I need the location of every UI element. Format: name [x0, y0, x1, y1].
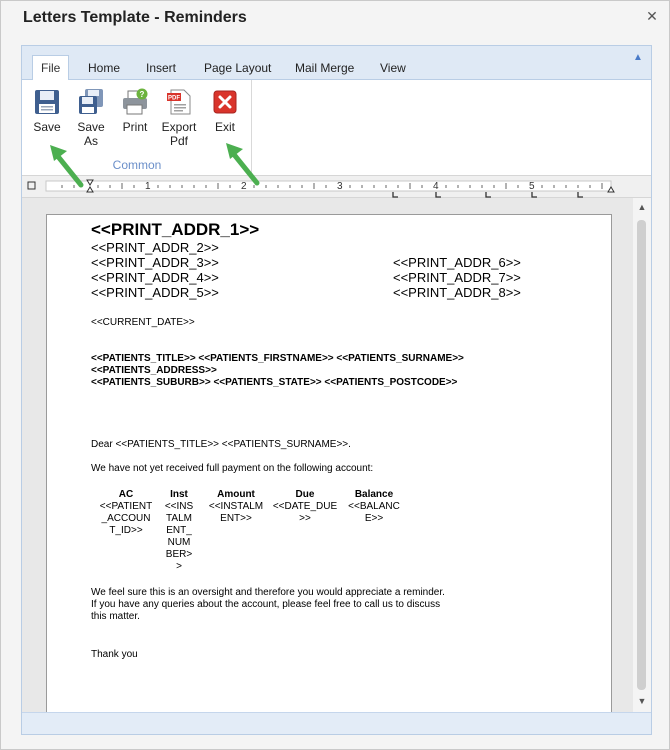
salutation: Dear <<PATIENTS_TITLE>> <<PATIENTS_SURNA… [91, 439, 351, 450]
window-title: Letters Template - Reminders [23, 9, 247, 26]
patient-suburb-line: <<PATIENTS_SUBURB>> <<PATIENTS_STATE>> <… [91, 377, 458, 388]
tab-stop-selector[interactable] [27, 181, 36, 190]
document-page[interactable]: <<PRINT_ADDR_1>> <<PRINT_ADDR_2>> <<PRIN… [46, 214, 612, 712]
closing-line-1: We feel sure this is an oversight and th… [91, 587, 445, 598]
table-cell-ac-line: T_ID>> [109, 525, 143, 536]
print-addr-4: <<PRINT_ADDR_4>> [91, 270, 219, 285]
table-header-ac: AC [118, 489, 134, 500]
rich-text-editor: File Home Insert Page Layout Mail Merge … [21, 45, 652, 735]
exit-icon [213, 90, 237, 114]
scroll-up-icon[interactable]: ▲ [637, 202, 647, 212]
table-cell-ac: <<PATIENT _ACCOUN T_ID>> [97, 501, 155, 537]
patient-address-line: <<PATIENTS_ADDRESS>> [91, 365, 217, 376]
export-pdf-label: Export Pdf [157, 120, 201, 148]
close-icon[interactable]: ✕ [645, 9, 659, 23]
table-cell-amount-line: <<INSTALM [208, 501, 264, 512]
table-cell-due-line: <<DATE_DUE [272, 501, 338, 512]
table-cell-due-line: >> [299, 513, 311, 524]
print-label: Print [122, 120, 148, 134]
table-cell-due: <<DATE_DUE >> [269, 501, 341, 525]
table-cell-ac-line: <<PATIENT [99, 501, 153, 512]
svg-text:PDF: PDF [168, 96, 180, 102]
annotation-arrow-icon [226, 143, 260, 186]
export-pdf-icon: PDF [167, 89, 191, 115]
print-addr-8: <<PRINT_ADDR_8>> [393, 285, 521, 300]
export-pdf-label-line2: Pdf [169, 134, 188, 148]
export-pdf-label-line1: Export [161, 120, 197, 134]
closing-line-2: If you have any queries about the accoun… [91, 599, 441, 610]
current-date: <<CURRENT_DATE>> [91, 317, 195, 328]
print-addr-1: <<PRINT_ADDR_1>> [91, 220, 260, 239]
closing-line-3: this matter. [91, 611, 140, 622]
ribbon-body: Save Save As ? Print PDF Export Pdf Exit… [22, 80, 651, 176]
export-pdf-button[interactable]: PDF Export Pdf [157, 84, 201, 154]
save-as-icon [79, 89, 103, 114]
print-addr-2: <<PRINT_ADDR_2>> [91, 240, 219, 255]
table-header-due: Due [295, 489, 315, 500]
exit-label: Exit [214, 120, 235, 134]
print-button[interactable]: ? Print [113, 84, 157, 154]
save-as-label-line1: Save [77, 120, 105, 134]
tab-insert[interactable]: Insert [138, 56, 184, 80]
print-addr-7: <<PRINT_ADDR_7>> [393, 270, 521, 285]
tab-file[interactable]: File [32, 55, 70, 81]
letters-template-dialog: Letters Template - Reminders ✕ File Home… [0, 0, 670, 750]
ruler-number-5: 5 [529, 181, 535, 192]
table-cell-inst-line: TALM [166, 513, 192, 524]
save-icon [35, 90, 59, 114]
table-cell-ac-line: _ACCOUN [101, 513, 151, 524]
horizontal-ruler[interactable]: 1 2 3 4 5 [22, 176, 651, 198]
table-cell-inst-line: BER> [165, 549, 193, 560]
ruler-number-4: 4 [433, 181, 439, 192]
table-cell-balance-line: E>> [364, 513, 384, 524]
svg-text:?: ? [140, 90, 145, 99]
annotation-arrow-icon [50, 145, 84, 188]
tab-mail-merge[interactable]: Mail Merge [287, 56, 362, 80]
print-addr-3: <<PRINT_ADDR_3>> [91, 255, 219, 270]
table-cell-inst-line: <<INS [164, 501, 194, 512]
intro-paragraph: We have not yet received full payment on… [91, 463, 374, 474]
scrollbar-thumb[interactable] [637, 220, 646, 690]
signoff: Thank you [91, 649, 138, 660]
table-cell-balance: <<BALANC E>> [343, 501, 405, 525]
table-cell-balance-line: <<BALANC [348, 501, 400, 512]
ribbon-tab-bar: File Home Insert Page Layout Mail Merge … [22, 46, 651, 81]
scroll-down-icon[interactable]: ▼ [637, 696, 647, 706]
tab-home[interactable]: Home [80, 56, 128, 80]
table-cell-inst-line: ENT_ [166, 525, 192, 536]
collapse-ribbon-icon[interactable]: ▲ [633, 52, 643, 63]
ruler-number-1: 1 [145, 181, 151, 192]
table-cell-amount: <<INSTALM ENT>> [205, 501, 267, 525]
print-addr-5: <<PRINT_ADDR_5>> [91, 285, 219, 300]
table-header-amount: Amount [217, 489, 255, 500]
table-cell-inst-line: > [176, 561, 182, 572]
print-icon: ? [123, 88, 148, 115]
vertical-scrollbar[interactable]: ▲ ▼ [633, 198, 651, 712]
print-addr-6: <<PRINT_ADDR_6>> [393, 255, 521, 270]
table-cell-inst-line: NUM [167, 537, 191, 548]
table-header-inst: Inst [170, 489, 188, 500]
patient-name-line: <<PATIENTS_TITLE>> <<PATIENTS_FIRSTNAME>… [91, 353, 464, 364]
table-header-balance: Balance [354, 489, 394, 500]
document-area: <<PRINT_ADDR_1>> <<PRINT_ADDR_2>> <<PRIN… [22, 198, 651, 712]
ruler-number-3: 3 [337, 181, 343, 192]
tab-view[interactable]: View [372, 56, 414, 80]
table-cell-amount-line: ENT>> [220, 513, 252, 524]
tab-page-layout[interactable]: Page Layout [196, 56, 279, 80]
table-cell-inst: <<INS TALM ENT_ NUM BER> > [159, 501, 199, 573]
status-bar [22, 712, 651, 734]
save-label: Save [33, 120, 61, 134]
